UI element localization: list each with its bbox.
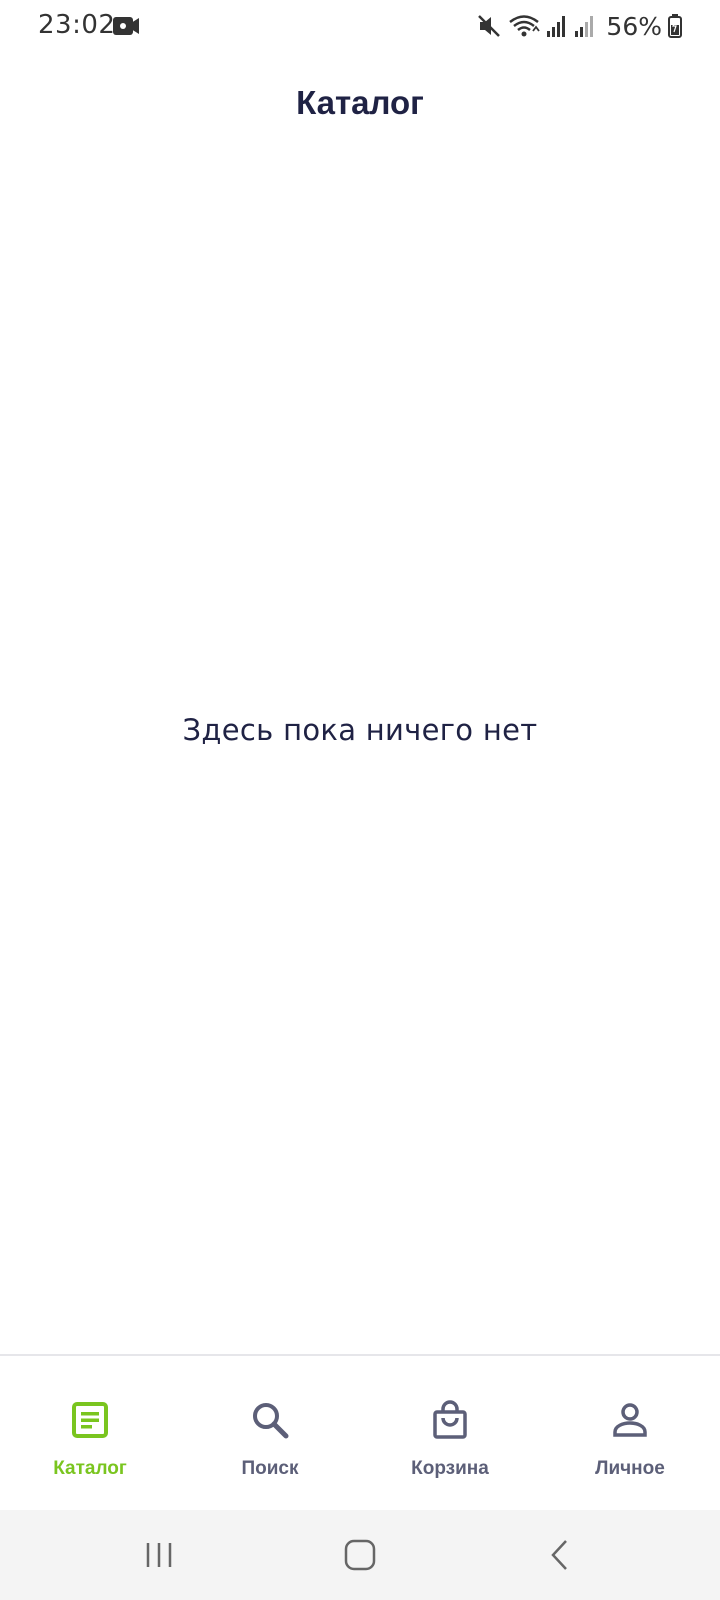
tab-personal[interactable]: Личное [540,1356,720,1512]
shopping-bag-icon [430,1400,470,1440]
tab-label-search: Поиск [241,1458,299,1479]
mute-icon [476,13,502,39]
tab-search[interactable]: Поиск [180,1356,360,1512]
video-recording-icon [112,14,140,38]
status-icons: 56% [476,11,682,41]
app-header: Каталог [0,72,720,134]
page-title: Каталог [296,84,424,121]
search-icon [250,1400,290,1440]
wifi-icon [508,13,541,39]
tab-cart[interactable]: Корзина [360,1356,540,1512]
tab-label-catalog: Каталог [53,1458,127,1479]
home-icon[interactable] [330,1530,390,1580]
catalog-icon [70,1400,110,1440]
battery-icon [668,14,682,38]
status-time: 23:02 [38,10,116,40]
signal-icon-2 [574,14,596,38]
signal-icon [546,14,568,38]
system-navigation-bar [0,1510,720,1600]
recent-apps-icon[interactable] [130,1530,190,1580]
tab-label-cart: Корзина [411,1458,489,1479]
person-icon [610,1400,650,1440]
bottom-tab-bar: Каталог Поиск Корзина Личное [0,1354,720,1512]
tab-label-personal: Личное [595,1458,665,1479]
back-icon[interactable] [532,1530,592,1580]
status-bar: 23:02 56% [0,0,720,52]
tab-catalog[interactable]: Каталог [0,1356,180,1512]
battery-percent: 56% [606,11,662,41]
app-screen: 23:02 56% Каталог Здесь пока ничего нет … [0,0,720,1600]
empty-state-message: Здесь пока ничего нет [182,713,538,747]
